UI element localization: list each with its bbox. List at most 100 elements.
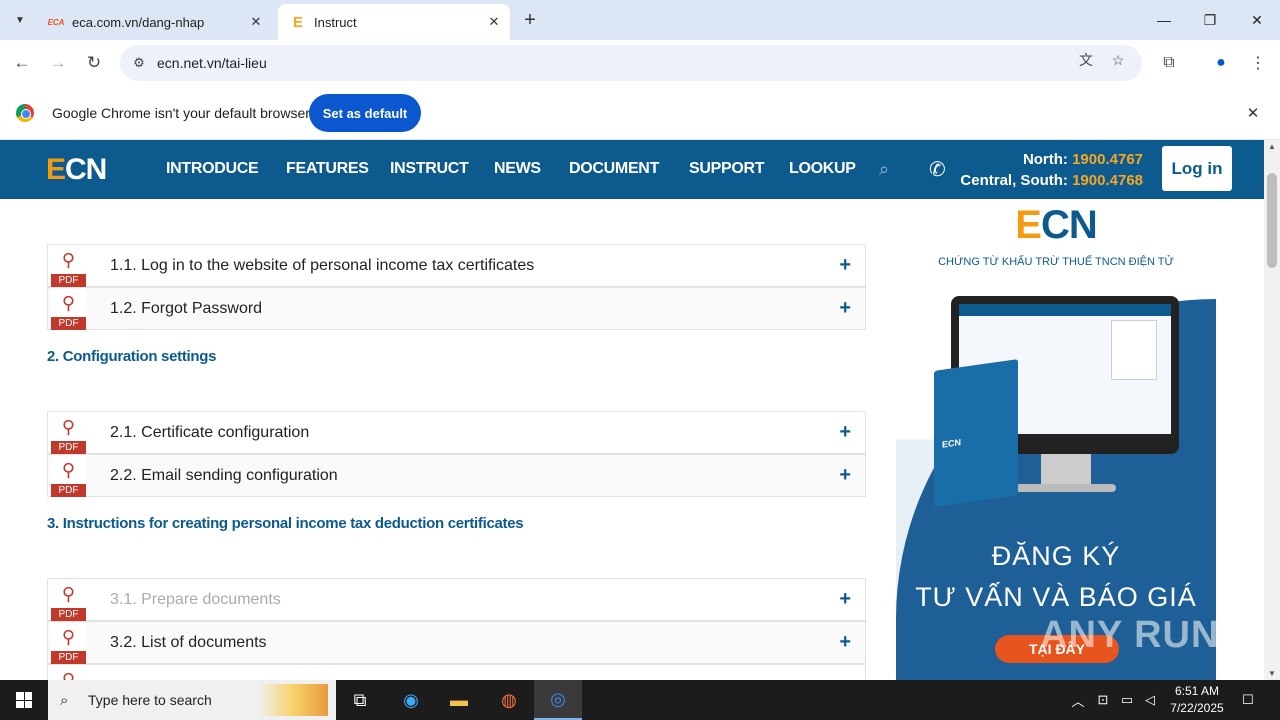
url-text[interactable]: ecn.net.vn/tai-lieu bbox=[157, 55, 267, 71]
accordion-title: 3.2. List of documents bbox=[110, 634, 267, 651]
tab-instruct[interactable]: E Instruct ✕ bbox=[278, 4, 510, 40]
bookmark-star-icon[interactable]: ☆ bbox=[1107, 49, 1129, 71]
accordion-item[interactable]: ⚲ PDF 3.2. List of documents + bbox=[47, 621, 866, 664]
anyrun-watermark: ANY RUN bbox=[1040, 614, 1220, 656]
scroll-down-arrow-icon[interactable]: ▼ bbox=[1268, 669, 1276, 678]
chrome-logo-icon bbox=[16, 104, 34, 122]
search-highlight-image bbox=[258, 684, 328, 716]
notification-icon[interactable]: ☐ bbox=[1238, 680, 1258, 720]
back-button[interactable]: ← bbox=[8, 49, 36, 77]
nav-introduce[interactable]: INTRODUCE bbox=[166, 160, 259, 178]
nav-features[interactable]: FEATURES bbox=[286, 160, 369, 178]
restore-button[interactable]: ❐ bbox=[1187, 0, 1233, 40]
network-icon[interactable]: ⊡ bbox=[1092, 680, 1114, 720]
pdf-icon: ⚲ PDF bbox=[51, 580, 86, 621]
nav-lookup[interactable]: LOOKUP bbox=[789, 160, 856, 178]
nav-news[interactable]: NEWS bbox=[494, 160, 541, 178]
search-icon[interactable]: ⌕ bbox=[879, 159, 899, 179]
pdf-icon: ⚲ bbox=[51, 666, 86, 680]
accordion-item[interactable]: ⚲ PDF 2.2. Email sending configuration + bbox=[47, 454, 866, 497]
windows-logo-icon bbox=[16, 692, 32, 708]
monitor-base-illustration bbox=[1016, 484, 1116, 492]
page-viewport: ECN INTRODUCE FEATURES INSTRUCT NEWS DOC… bbox=[0, 140, 1280, 680]
accordion-item[interactable]: ⚲ PDF 3.1. Prepare documents + bbox=[47, 578, 866, 621]
accordion-item[interactable]: ⚲ PDF 1.1. Log in to the website of perso… bbox=[47, 244, 866, 287]
ad-ecn-logo: ECN bbox=[1015, 203, 1097, 247]
accordion-title: 2.1. Certificate configuration bbox=[110, 424, 310, 441]
tab-eca-login[interactable]: ECA eca.com.vn/dang-nhap ✕ bbox=[36, 4, 272, 40]
tab-search-dropdown-button[interactable]: ▼ bbox=[8, 8, 32, 32]
taskbar-search-placeholder: Type here to search bbox=[88, 692, 212, 708]
page-scrollbar[interactable]: ▲ ▼ bbox=[1264, 140, 1280, 680]
monitor-stand-illustration bbox=[1041, 454, 1091, 484]
forward-button[interactable]: → bbox=[44, 49, 72, 77]
ecn-advertisement-banner[interactable]: ECN CHỨNG TỪ KHẤU TRỪ THUẾ TNCN ĐIỆN TỬ … bbox=[896, 199, 1216, 680]
pdf-icon: ⚲ PDF bbox=[51, 623, 86, 664]
product-box-illustration: ECN bbox=[934, 359, 1018, 507]
firefox-icon[interactable]: ◍ bbox=[485, 680, 533, 720]
accordion-title: 1.1. Log in to the website of personal i… bbox=[110, 257, 535, 274]
translate-icon[interactable]: 文 bbox=[1075, 49, 1097, 71]
ad-headline-line1: ĐĂNG KÝ bbox=[991, 541, 1121, 571]
set-as-default-button[interactable]: Set as default bbox=[309, 94, 421, 132]
infobar-close-icon[interactable]: ✕ bbox=[1244, 104, 1262, 122]
tab-close-icon[interactable]: ✕ bbox=[484, 12, 504, 32]
ecn-logo[interactable]: ECN bbox=[46, 153, 107, 187]
reload-button[interactable]: ↻ bbox=[80, 49, 108, 77]
pdf-icon: ⚲ PDF bbox=[51, 246, 86, 287]
ad-subtitle: CHỨNG TỪ KHẤU TRỪ THUẾ TNCN ĐIỆN TỬ bbox=[938, 256, 1174, 268]
accordion-item[interactable]: ⚲ PDF 2.1. Certificate configuration + bbox=[47, 411, 866, 454]
nav-document[interactable]: DOCUMENT bbox=[569, 160, 659, 178]
expand-plus-icon[interactable]: + bbox=[839, 421, 851, 444]
section-heading: 3. Instructions for creating personal in… bbox=[47, 515, 524, 532]
taskbar-search-box[interactable]: ⌕ Type here to search bbox=[48, 680, 336, 720]
close-window-button[interactable]: ✕ bbox=[1234, 0, 1280, 40]
new-tab-button[interactable]: + bbox=[518, 8, 542, 32]
profile-icon[interactable]: ● bbox=[1207, 49, 1235, 77]
nav-instruct[interactable]: INSTRUCT bbox=[390, 160, 469, 178]
clock-time: 6:51 AM bbox=[1174, 684, 1220, 698]
extensions-icon[interactable]: ⧉ bbox=[1155, 49, 1183, 77]
expand-plus-icon[interactable]: + bbox=[839, 297, 851, 320]
start-button[interactable] bbox=[0, 680, 48, 720]
pdf-icon: ⚲ PDF bbox=[51, 456, 86, 497]
browser-tab-bar: ▼ ECA eca.com.vn/dang-nhap ✕ E Instruct … bbox=[0, 0, 1280, 40]
minimize-button[interactable]: — bbox=[1141, 0, 1187, 40]
site-header: ECN INTRODUCE FEATURES INSTRUCT NEWS DOC… bbox=[0, 140, 1264, 199]
nav-support[interactable]: SUPPORT bbox=[689, 160, 765, 178]
expand-plus-icon[interactable]: + bbox=[839, 254, 851, 277]
chrome-menu-icon[interactable]: ⋮ bbox=[1244, 49, 1272, 77]
infobar-message: Google Chrome isn't your default browser bbox=[52, 105, 310, 121]
ethernet-icon[interactable]: ▭ bbox=[1116, 680, 1138, 720]
address-bar[interactable]: ⚙ ecn.net.vn/tai-lieu bbox=[120, 45, 1142, 81]
volume-icon[interactable]: ◁ bbox=[1140, 680, 1160, 720]
site-info-icon[interactable]: ⚙ bbox=[128, 55, 150, 71]
taskbar-clock[interactable]: 6:51 AM 7/22/2025 bbox=[1158, 683, 1236, 717]
show-hidden-icons-icon[interactable]: ︿ bbox=[1068, 680, 1088, 720]
hotline-info: North: 1900.4767 Central, South: 1900.47… bbox=[960, 151, 1143, 189]
accordion-item[interactable]: ⚲ PDF 1.2. Forgot Password + bbox=[47, 287, 866, 330]
expand-plus-icon[interactable]: + bbox=[839, 588, 851, 611]
tab-close-icon[interactable]: ✕ bbox=[246, 12, 266, 32]
scrollbar-thumb[interactable] bbox=[1267, 173, 1277, 268]
accordion-title: 2.2. Email sending configuration bbox=[110, 467, 338, 484]
default-browser-infobar: Google Chrome isn't your default browser… bbox=[0, 86, 1280, 140]
edge-icon[interactable]: ◉ bbox=[387, 680, 435, 720]
scroll-up-arrow-icon[interactable]: ▲ bbox=[1268, 142, 1276, 151]
pdf-icon: ⚲ PDF bbox=[51, 289, 86, 330]
ad-headline-line2: TƯ VẤN VÀ BÁO GIÁ bbox=[915, 582, 1197, 612]
accordion-title: 1.2. Forgot Password bbox=[110, 300, 263, 317]
accordion-title: 3.1. Prepare documents bbox=[110, 591, 281, 608]
search-icon: ⌕ bbox=[60, 691, 69, 709]
login-button[interactable]: Log in bbox=[1162, 146, 1232, 191]
accordion-item[interactable]: ⚲ bbox=[47, 664, 866, 680]
tab-title: eca.com.vn/dang-nhap bbox=[72, 14, 205, 30]
windows-taskbar: ⌕ Type here to search ⧉ ◉ ▬ ◍ ◎ ︿ ⊡ ▭ ◁ … bbox=[0, 680, 1280, 720]
eca-favicon-icon: ECA bbox=[47, 17, 65, 27]
expand-plus-icon[interactable]: + bbox=[839, 631, 851, 654]
chrome-taskbar-icon[interactable]: ◎ bbox=[534, 680, 582, 720]
ecn-favicon-icon: E bbox=[292, 13, 303, 31]
task-view-icon[interactable]: ⧉ bbox=[336, 680, 384, 720]
file-explorer-icon[interactable]: ▬ bbox=[435, 680, 483, 720]
expand-plus-icon[interactable]: + bbox=[839, 464, 851, 487]
